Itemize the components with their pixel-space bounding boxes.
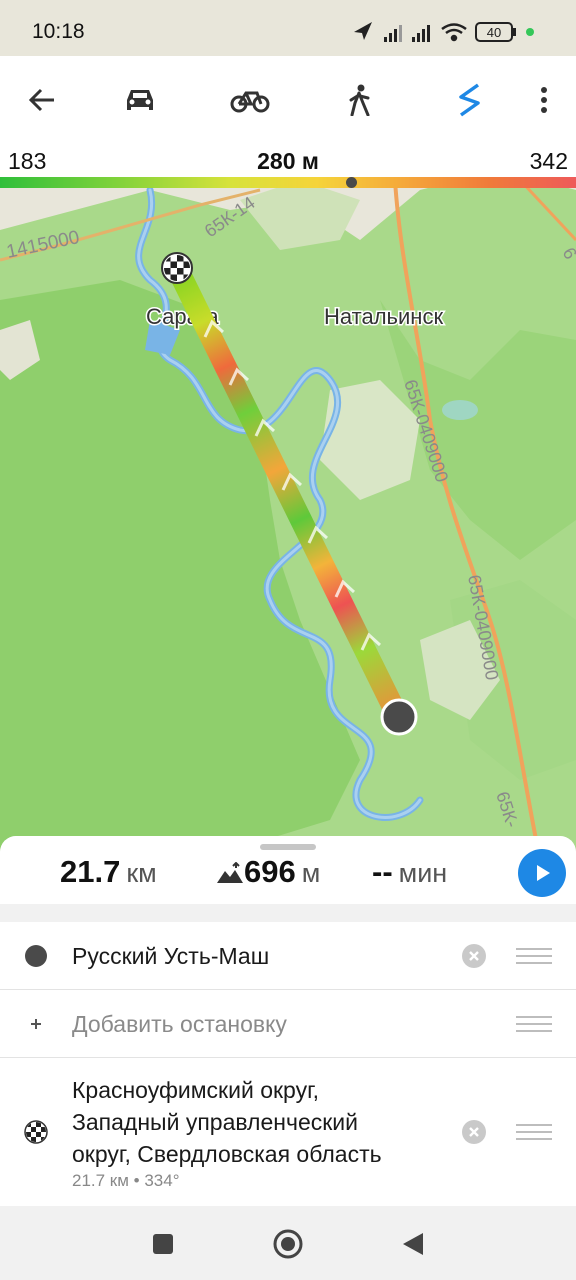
signal-icon [412, 25, 430, 42]
finish-address-line: Красноуфимский округ, [72, 1077, 320, 1103]
status-time: 10:18 [32, 20, 85, 43]
mode-car-button[interactable] [116, 76, 164, 124]
more-vert-icon [541, 87, 547, 113]
location-arrow-icon [354, 22, 372, 40]
triangle-back-icon [403, 1233, 423, 1255]
bicycle-icon [230, 91, 270, 113]
finish-meta: 21.7 км • 334° [72, 1171, 180, 1190]
finish-address-line: округ, Свердловская область [72, 1141, 382, 1167]
ascent-mountain-icon [217, 861, 243, 883]
time-unit: мин [398, 858, 448, 888]
mode-bicycle-button[interactable] [226, 76, 274, 124]
back-nav-button[interactable] [397, 1228, 429, 1260]
distance-unit: км [126, 858, 157, 888]
start-dot-icon [25, 945, 47, 967]
elevation-max: 342 [529, 148, 568, 174]
more-menu-button[interactable] [520, 76, 568, 124]
back-button[interactable] [18, 76, 66, 124]
route-bottom-sheet: 21.7 км 696 м -- мин Русский Усть-Маш Добав… [0, 836, 576, 1208]
wifi-icon [441, 23, 467, 42]
route-distance: 21.7 км [60, 854, 157, 890]
pedestrian-icon [349, 84, 370, 116]
route-ascent: 696 м [216, 854, 320, 890]
finish-flag-icon [161, 252, 193, 284]
elevation-marker[interactable] [345, 177, 357, 188]
sheet-drag-handle[interactable] [260, 844, 316, 850]
drag-handle-icon[interactable] [516, 1124, 552, 1140]
close-icon [469, 1127, 479, 1137]
elevation-gradient-bar[interactable] [0, 177, 576, 188]
ascent-value: 696 [244, 854, 296, 889]
route-summary: 21.7 км 696 м -- мин [0, 836, 576, 904]
battery-level: 40 [487, 25, 501, 40]
route-time: -- мин [372, 854, 447, 890]
system-nav-bar [0, 1208, 576, 1280]
elevation-strip: 183 280 м 342 [0, 144, 576, 188]
square-icon [153, 1234, 173, 1254]
waypoint-start-row[interactable]: Русский Усть-Маш [0, 922, 576, 990]
signal-icon [384, 25, 402, 42]
finish-address-line: Западный управленческий [72, 1109, 358, 1135]
waypoint-start-label: Русский Усть-Маш [72, 943, 270, 969]
drag-handle-icon[interactable] [516, 948, 552, 964]
close-icon [469, 951, 479, 961]
finish-flag-icon [24, 1120, 48, 1144]
mode-pedestrian-button[interactable] [336, 76, 384, 124]
clear-finish-button[interactable] [462, 1120, 486, 1144]
add-stop-placeholder: Добавить остановку [72, 1011, 287, 1037]
route-toolbar [0, 56, 576, 144]
add-stop-row[interactable]: Добавить остановку [0, 990, 576, 1058]
start-navigation-button[interactable] [518, 849, 566, 897]
map-label-town: Натальинск [324, 304, 443, 329]
home-button[interactable] [272, 1228, 304, 1260]
plus-icon [31, 1019, 41, 1029]
play-icon [537, 865, 550, 881]
waypoint-list: Русский Усть-Маш Добавить остановку Крас… [0, 922, 576, 1206]
elevation-current: 280 м [257, 148, 319, 174]
waypoint-finish-row[interactable]: Красноуфимский округ, Западный управленч… [0, 1058, 576, 1206]
clear-start-button[interactable] [462, 944, 486, 968]
car-icon [127, 90, 153, 110]
waypoint-finish-address: Красноуфимский округ, Западный управленч… [72, 1074, 456, 1192]
back-arrow-icon [28, 88, 54, 112]
time-value: -- [372, 854, 393, 889]
active-dot-icon [526, 28, 534, 36]
start-point-marker [380, 698, 418, 736]
ascent-unit: м [301, 858, 321, 888]
mode-ruler-button[interactable] [446, 76, 494, 124]
ruler-route-icon [459, 83, 480, 117]
distance-value: 21.7 [60, 854, 121, 889]
status-icons: 40 [354, 22, 534, 42]
drag-handle-icon[interactable] [516, 1016, 552, 1032]
home-circle-icon [273, 1229, 303, 1259]
battery-icon: 40 [475, 22, 516, 42]
recents-button[interactable] [147, 1228, 179, 1260]
status-bar: 10:18 40 [0, 0, 576, 56]
